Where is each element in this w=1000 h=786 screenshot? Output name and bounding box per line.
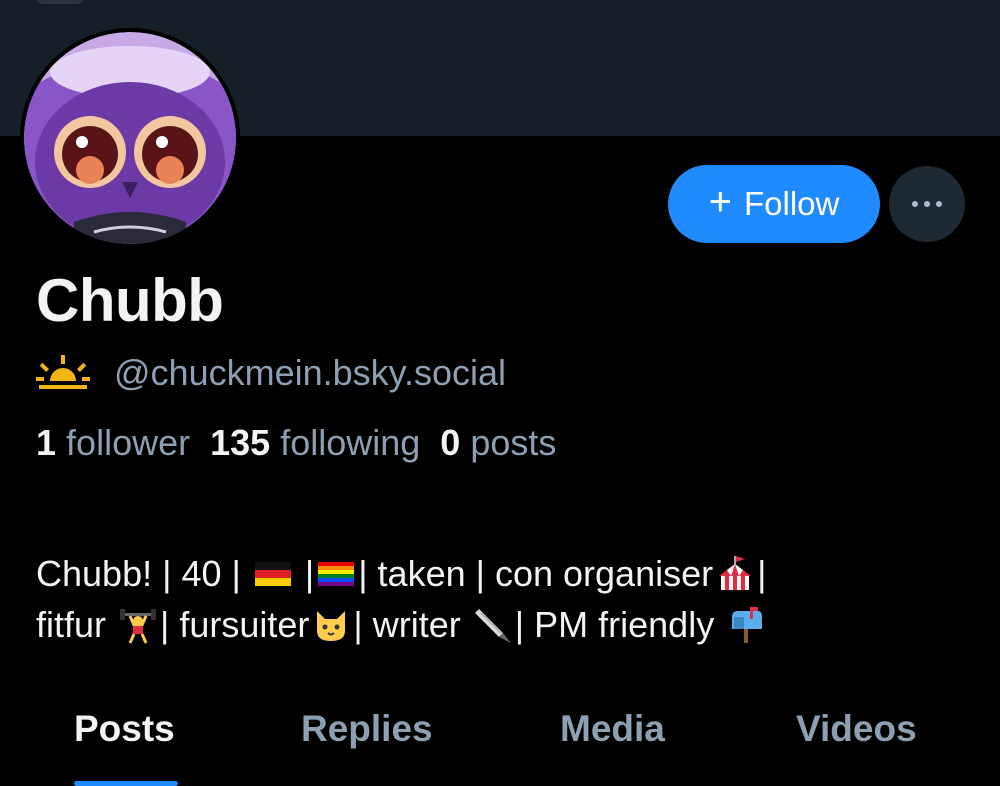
bio-text: | [757,553,767,594]
handle-row: @chuckmein.bsky.social [36,352,506,394]
sunrise-icon [36,355,90,389]
plus-icon: + [708,180,732,224]
fountain-pen-icon [474,608,511,643]
follow-label: Follow [744,185,840,222]
bio-text: Chubb! | 40 | [36,553,251,594]
active-tab-indicator [74,781,178,786]
following-stat[interactable]: 135 following [210,422,420,464]
tab-replies[interactable]: Replies [301,708,433,750]
follow-button[interactable]: + Follow [668,165,880,243]
circus-tent-icon [719,555,752,590]
bio-text: fitfur [36,604,117,645]
bio-text: | fursuiter [160,604,310,645]
bio-line-2: fitfur | fursuiter | writer | PM friendl… [36,599,976,650]
bio-text: | PM friendly [514,604,725,645]
mailbox-icon [732,606,763,643]
back-button[interactable] [36,0,84,4]
bio-text: | writer [353,604,471,645]
handle[interactable]: @chuckmein.bsky.social [114,352,506,394]
profile-stats: 1 follower 135 following 0 posts [36,422,556,464]
rainbow-flag-icon [318,561,355,586]
followers-count: 1 [36,422,57,463]
posts-label: posts [470,422,557,463]
posts-count: 0 [440,422,461,463]
tab-posts[interactable]: Posts [74,708,175,750]
followers-label: follower [66,422,191,463]
profile-tabs: Posts Replies Media Videos [0,700,1000,786]
posts-stat: 0 posts [440,422,556,464]
bio-line-1: Chubb! | 40 | | | taken | con organiser [36,548,976,599]
profile-bio: Chubb! | 40 | | | taken | con organiser [36,548,976,650]
more-options-button[interactable] [889,166,965,242]
followers-stat[interactable]: 1 follower [36,422,190,464]
cat-face-icon [317,610,346,641]
bio-text: | taken | con organiser [358,553,714,594]
avatar[interactable] [24,32,236,244]
following-label: following [280,422,421,463]
owl-avatar-icon [24,32,236,244]
tab-videos[interactable]: Videos [796,708,917,750]
weightlifter-icon [120,608,157,644]
following-count: 135 [210,422,271,463]
display-name: Chubb [36,267,224,334]
tab-media[interactable]: Media [560,708,665,750]
ellipsis-icon [912,201,942,207]
german-flag-icon [254,561,291,586]
bio-text: | [294,553,315,594]
